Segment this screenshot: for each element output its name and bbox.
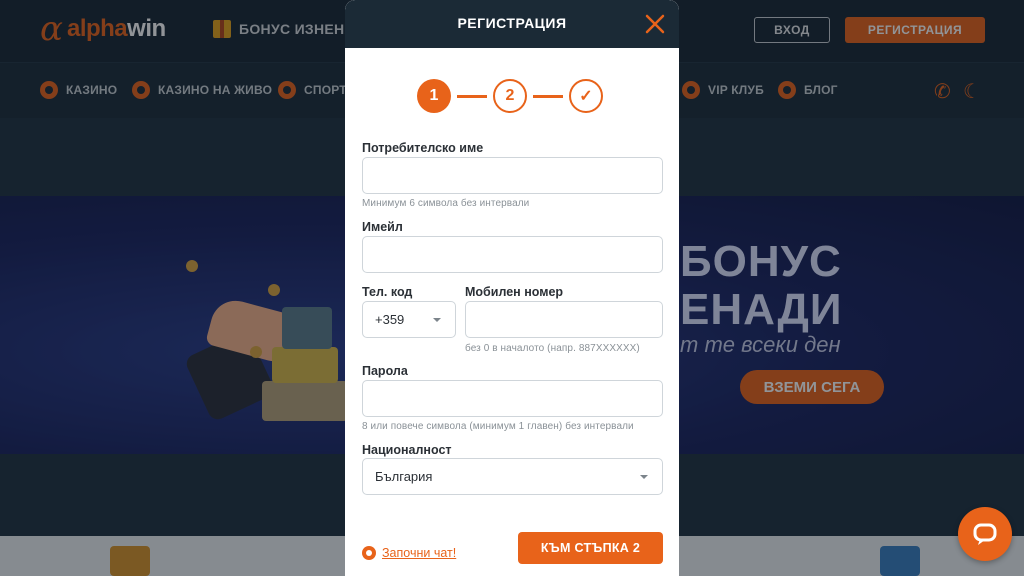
modal-header: РЕГИСТРАЦИЯ: [345, 0, 679, 48]
step-2: 2: [493, 79, 527, 113]
password-hint: 8 или повече символа (минимум 1 главен) …: [362, 421, 634, 432]
step-done-check-icon: ✓: [569, 79, 603, 113]
nationality-label: Националност: [362, 443, 452, 457]
password-label: Парола: [362, 364, 408, 378]
mobile-input[interactable]: [465, 301, 663, 338]
mobile-label: Мобилен номер: [465, 285, 564, 299]
chat-fab-button[interactable]: [958, 507, 1012, 561]
username-hint: Минимум 6 символа без интервали: [362, 198, 530, 209]
registration-modal: РЕГИСТРАЦИЯ 1 2 ✓ Потребителско име Мини…: [345, 0, 679, 576]
mobile-hint: без 0 в началото (напр. 887XXXXXX): [465, 343, 640, 354]
nationality-value: България: [375, 469, 433, 484]
chat-bubble-icon: [973, 523, 997, 545]
step-1: 1: [417, 79, 451, 113]
email-label: Имейл: [362, 220, 403, 234]
start-chat-link[interactable]: Започни чат!: [362, 546, 456, 560]
chevron-down-icon: [433, 318, 441, 322]
modal-title: РЕГИСТРАЦИЯ: [457, 15, 567, 31]
chevron-down-icon: [640, 475, 648, 479]
start-chat-label: Започни чат!: [382, 546, 457, 560]
username-input[interactable]: [362, 157, 663, 194]
phone-code-label: Тел. код: [362, 285, 413, 299]
phone-code-value: +359: [375, 312, 405, 327]
registration-stepper: 1 2 ✓: [417, 79, 607, 113]
chat-icon: [362, 546, 376, 560]
nationality-select[interactable]: България: [362, 458, 663, 495]
username-label: Потребителско име: [362, 141, 484, 155]
step-connector: [533, 95, 563, 98]
close-icon[interactable]: [643, 12, 667, 36]
password-input[interactable]: [362, 380, 663, 417]
next-step-button[interactable]: КЪМ СТЪПКА 2: [518, 532, 663, 564]
step-connector: [457, 95, 487, 98]
phone-code-select[interactable]: +359: [362, 301, 456, 338]
email-input[interactable]: [362, 236, 663, 273]
